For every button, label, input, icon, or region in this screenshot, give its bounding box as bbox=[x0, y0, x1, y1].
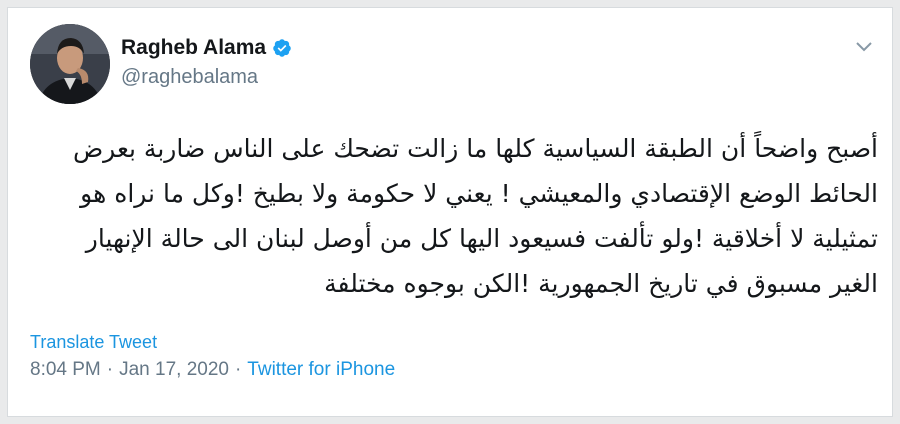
meta-separator: · bbox=[234, 359, 242, 380]
tweet-card: Ragheb Alama @raghebalama أصبح واضحاً أن… bbox=[7, 7, 893, 417]
profile-photo bbox=[30, 24, 110, 104]
tweet-date[interactable]: Jan 17, 2020 bbox=[119, 359, 229, 381]
verified-badge-icon bbox=[272, 38, 292, 58]
author-name-row: Ragheb Alama bbox=[121, 36, 292, 60]
display-name[interactable]: Ragheb Alama bbox=[121, 36, 266, 60]
chevron-down-icon[interactable] bbox=[854, 36, 874, 56]
tweet-time[interactable]: 8:04 PM bbox=[30, 359, 101, 381]
tweet-meta: 8:04 PM · Jan 17, 2020 · Twitter for iPh… bbox=[30, 359, 395, 381]
tweet-text: أصبح واضحاً أن الطبقة السياسية كلها ما ز… bbox=[72, 134, 878, 298]
avatar[interactable] bbox=[30, 24, 110, 104]
user-handle[interactable]: @raghebalama bbox=[121, 66, 258, 89]
meta-separator: · bbox=[106, 359, 114, 380]
translate-tweet-link[interactable]: Translate Tweet bbox=[30, 332, 157, 353]
tweet-source-link[interactable]: Twitter for iPhone bbox=[247, 359, 395, 381]
